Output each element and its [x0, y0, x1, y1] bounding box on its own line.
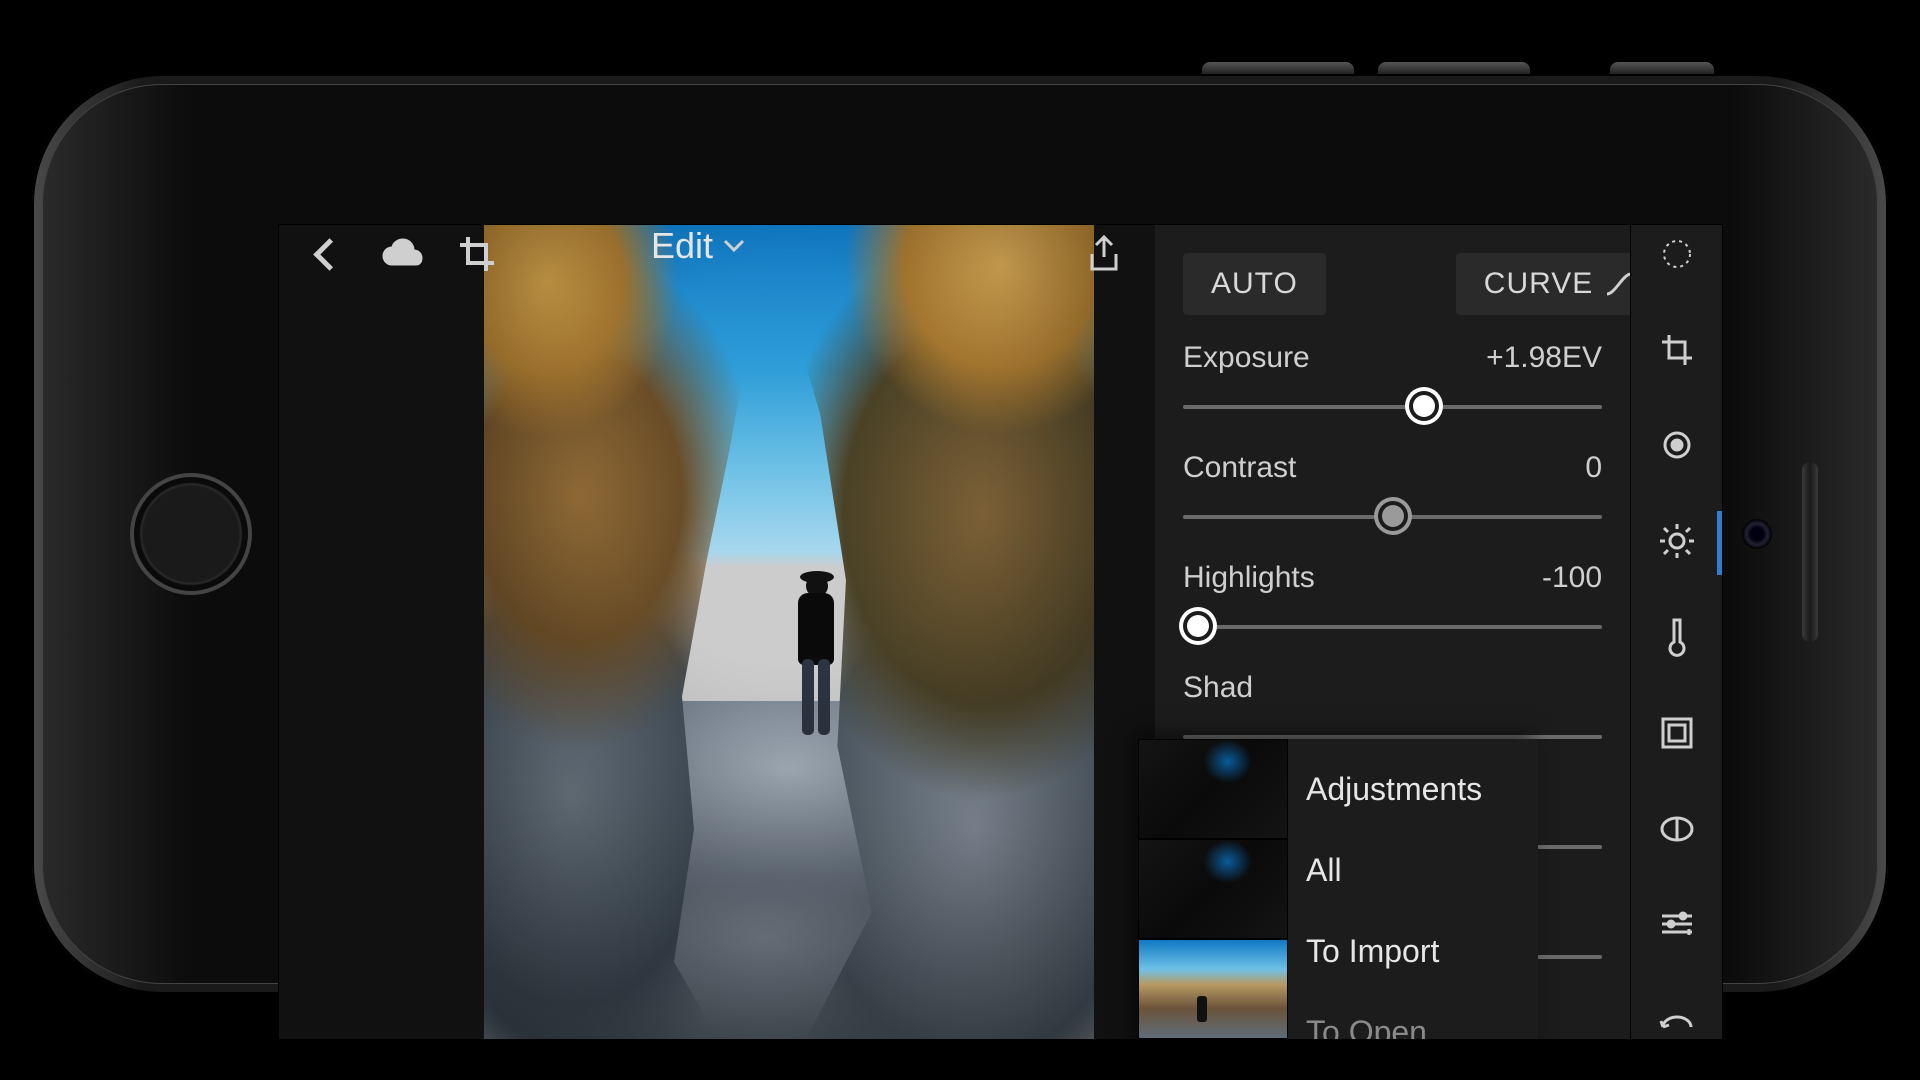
menu-to-open[interactable]: To Open: [1306, 992, 1520, 1040]
adjustments-panel: AUTO CURVE Exposure +1.98EV Contrast 0: [1155, 225, 1630, 1040]
home-button-icon: [130, 473, 252, 595]
exposure-value: +1.98EV: [1486, 341, 1602, 375]
auto-button[interactable]: AUTO: [1183, 253, 1326, 315]
highlights-slider[interactable]: [1183, 605, 1602, 649]
reset-popup: Adjustments All To Import To Open: [1138, 739, 1538, 1040]
phone-button: [1378, 62, 1530, 74]
crop-icon[interactable]: [449, 226, 505, 282]
cloud-sync-icon[interactable]: [375, 226, 431, 282]
contrast-label: Contrast: [1183, 451, 1296, 485]
curve-label: CURVE: [1484, 267, 1593, 301]
auto-label: AUTO: [1211, 267, 1298, 301]
thumbnail[interactable]: [1138, 1039, 1288, 1040]
camera-icon: [1742, 519, 1772, 549]
undo-icon[interactable]: [1655, 999, 1699, 1040]
contrast-slider[interactable]: [1183, 495, 1602, 539]
reset-menu: Adjustments All To Import To Open: [1288, 739, 1538, 1040]
preview-thumbnails: [1138, 739, 1288, 1040]
contrast-row: Contrast 0: [1155, 451, 1630, 539]
exposure-slider[interactable]: [1183, 385, 1602, 429]
highlights-row: Highlights -100: [1155, 561, 1630, 649]
share-button[interactable]: [1076, 226, 1132, 282]
presets-icon[interactable]: [1655, 425, 1699, 467]
thumbnail[interactable]: [1138, 939, 1288, 1039]
menu-to-import[interactable]: To Import: [1306, 911, 1520, 992]
phone-frame: Edit AUTO CURVE: [32, 74, 1888, 994]
highlights-value: -100: [1542, 561, 1602, 595]
optics-icon[interactable]: [1655, 808, 1699, 850]
thumbnail[interactable]: [1138, 739, 1288, 839]
light-icon[interactable]: [1655, 520, 1699, 562]
thumbnail[interactable]: [1138, 839, 1288, 939]
mode-label: Edit: [651, 225, 713, 267]
crop-tool-icon[interactable]: [1655, 329, 1699, 371]
menu-all[interactable]: All: [1306, 830, 1520, 911]
tool-rail: [1630, 225, 1722, 1040]
vignette-icon[interactable]: [1655, 712, 1699, 754]
active-indicator: [1717, 511, 1722, 575]
exposure-row: Exposure +1.98EV: [1155, 341, 1630, 429]
contrast-value: 0: [1585, 451, 1602, 485]
mode-dropdown[interactable]: Edit: [651, 225, 745, 267]
speaker-icon: [1802, 462, 1818, 642]
color-temp-icon[interactable]: [1655, 616, 1699, 658]
phone-button: [1610, 62, 1714, 74]
phone-button: [1202, 62, 1354, 74]
shadows-label: Shad: [1183, 671, 1253, 705]
exposure-label: Exposure: [1183, 341, 1310, 375]
menu-adjustments[interactable]: Adjustments: [1306, 749, 1520, 830]
app-screen: Edit AUTO CURVE: [278, 224, 1723, 1040]
sliders-icon[interactable]: [1655, 903, 1699, 945]
highlights-label: Highlights: [1183, 561, 1315, 595]
phone-inner: Edit AUTO CURVE: [42, 84, 1878, 984]
back-button[interactable]: [301, 226, 357, 282]
selection-icon[interactable]: [1655, 233, 1699, 275]
photo-canvas[interactable]: [484, 225, 1094, 1040]
